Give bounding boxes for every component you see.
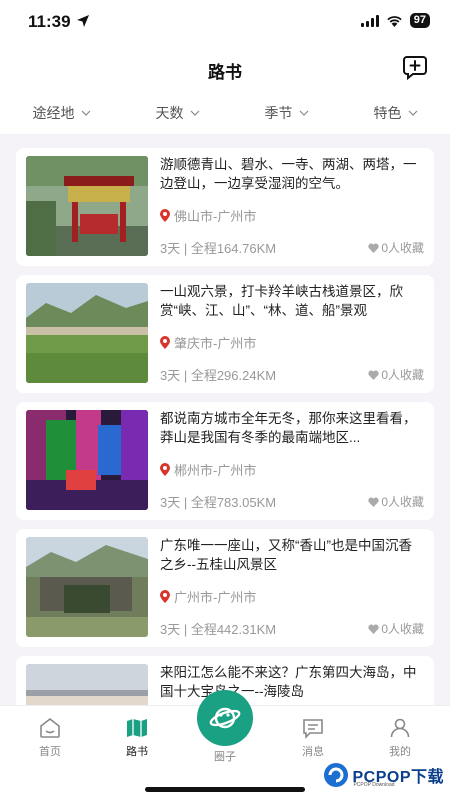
- filter-route[interactable]: 途经地: [33, 103, 91, 123]
- route-list[interactable]: 游顺德青山、碧水、一寺、两湖、两塔，一边登山，一边享受湿润的空气。 佛山市-广州…: [0, 140, 450, 705]
- route-location: 肇庆市-广州市: [160, 333, 256, 352]
- heart-icon: [368, 243, 379, 253]
- location-pin-icon: [160, 463, 170, 476]
- watermark: PCPOP下载 PCPOP Download: [323, 762, 444, 788]
- filter-label: 途经地: [32, 105, 75, 121]
- chevron-down-icon: [408, 110, 417, 116]
- home-icon: [40, 717, 60, 738]
- wifi-icon: [387, 15, 402, 27]
- tab-routebook[interactable]: 路书: [102, 716, 172, 759]
- favorite-count[interactable]: 0人收藏: [368, 239, 424, 256]
- user-icon: [390, 718, 410, 738]
- route-meta: 3天 | 全程296.24KM: [160, 368, 277, 383]
- battery-indicator: 97: [409, 13, 430, 28]
- route-meta: 3天 | 全程783.05KM: [160, 495, 277, 510]
- favorite-count-text: 0人收藏: [381, 368, 424, 382]
- status-icons: 97: [360, 13, 430, 28]
- filter-days[interactable]: 天数: [156, 103, 200, 123]
- heart-icon: [368, 497, 379, 507]
- favorite-count[interactable]: 0人收藏: [368, 366, 424, 383]
- watermark-subtext: PCPOP Download: [353, 782, 395, 788]
- favorite-count-text: 0人收藏: [381, 495, 424, 509]
- route-title: 游顺德青山、碧水、一寺、两湖、两塔，一边登山，一边享受湿润的空气。: [160, 157, 417, 191]
- tab-home[interactable]: 首页: [15, 716, 85, 759]
- location-arrow-icon: [77, 15, 89, 27]
- home-indicator: [145, 787, 305, 792]
- route-title: 一山观六景，打卡羚羊峡古栈道景区，欣赏“峡、江、山”、“林、道、船”景观: [160, 284, 403, 318]
- route-thumbnail: [26, 156, 148, 256]
- route-thumbnail: [26, 410, 148, 510]
- filter-label: 天数: [155, 105, 184, 121]
- route-title: 来阳江怎么能不来这？广东第四大海岛，中国十大宝岛之一--海陵岛: [160, 665, 417, 699]
- planet-icon: [209, 707, 241, 729]
- route-location: 广州市-广州市: [160, 587, 256, 606]
- filter-season[interactable]: 季节: [265, 103, 309, 123]
- route-thumbnail: [26, 283, 148, 383]
- filter-feature[interactable]: 特色: [374, 103, 418, 123]
- tab-label: 路书: [126, 746, 148, 758]
- status-time: 11:39: [28, 12, 71, 31]
- route-card[interactable]: 一山观六景，打卡羚羊峡古栈道景区，欣赏“峡、江、山”、“林、道、船”景观 肇庆市…: [16, 275, 434, 393]
- route-thumbnail: [26, 537, 148, 637]
- location-pin-icon: [160, 590, 170, 603]
- filter-label: 季节: [264, 105, 293, 121]
- chevron-down-icon: [299, 110, 308, 116]
- filter-bar: 途经地 天数 季节 特色: [0, 92, 450, 134]
- location-pin-icon: [160, 336, 170, 349]
- favorite-count-text: 0人收藏: [381, 241, 424, 255]
- tab-profile[interactable]: 我的: [365, 716, 435, 759]
- header: 路书: [0, 44, 450, 92]
- tab-bar: 首页 路书 圈子 消息 我的 PCPOP下载 PCPOP Download: [0, 690, 450, 800]
- favorite-count[interactable]: 0人收藏: [368, 620, 424, 637]
- route-meta: 3天 | 全程442.31KM: [160, 622, 277, 637]
- favorite-count[interactable]: 0人收藏: [368, 493, 424, 510]
- route-thumbnail: [26, 664, 148, 705]
- route-location-text: 肇庆市-广州市: [174, 336, 257, 351]
- tab-circle-label: 圈子: [214, 751, 236, 763]
- location-pin-icon: [160, 209, 170, 222]
- heart-icon: [368, 370, 379, 380]
- route-location: 佛山市-广州市: [160, 206, 256, 225]
- route-card[interactable]: 游顺德青山、碧水、一寺、两湖、两塔，一边登山，一边享受湿润的空气。 佛山市-广州…: [16, 148, 434, 266]
- page-title: 路书: [208, 63, 242, 82]
- tab-label: 消息: [302, 746, 324, 758]
- favorite-count-text: 0人收藏: [381, 622, 424, 636]
- route-location-text: 郴州市-广州市: [174, 463, 257, 478]
- route-location-text: 佛山市-广州市: [174, 209, 257, 224]
- watermark-logo-icon: [324, 763, 349, 787]
- route-title: 都说南方城市全年无冬，那你来这里看看，莽山是我国有冬季的最南端地区...: [160, 411, 417, 445]
- route-card[interactable]: 广东唯一一座山，又称“香山”也是中国沉香之乡--五桂山风景区 广州市-广州市 3…: [16, 529, 434, 647]
- tab-messages[interactable]: 消息: [278, 716, 348, 759]
- route-card[interactable]: 都说南方城市全年无冬，那你来这里看看，莽山是我国有冬季的最南端地区... 郴州市…: [16, 402, 434, 520]
- tab-label: 首页: [39, 746, 61, 758]
- cellular-signal-icon: [360, 14, 379, 27]
- route-meta: 3天 | 全程164.76KM: [160, 241, 277, 256]
- chevron-down-icon: [81, 110, 90, 116]
- status-bar: 11:39 97: [0, 0, 450, 44]
- heart-icon: [368, 624, 379, 634]
- map-icon: [127, 719, 147, 737]
- message-icon: [303, 719, 323, 739]
- tab-circle-button[interactable]: [197, 690, 253, 746]
- chevron-down-icon: [190, 110, 199, 116]
- tab-label: 我的: [389, 746, 411, 758]
- route-location-text: 广州市-广州市: [174, 590, 257, 605]
- filter-label: 特色: [373, 105, 402, 121]
- route-title: 广东唯一一座山，又称“香山”也是中国沉香之乡--五桂山风景区: [160, 538, 412, 572]
- add-post-button[interactable]: [402, 54, 428, 80]
- route-location: 郴州市-广州市: [160, 460, 256, 479]
